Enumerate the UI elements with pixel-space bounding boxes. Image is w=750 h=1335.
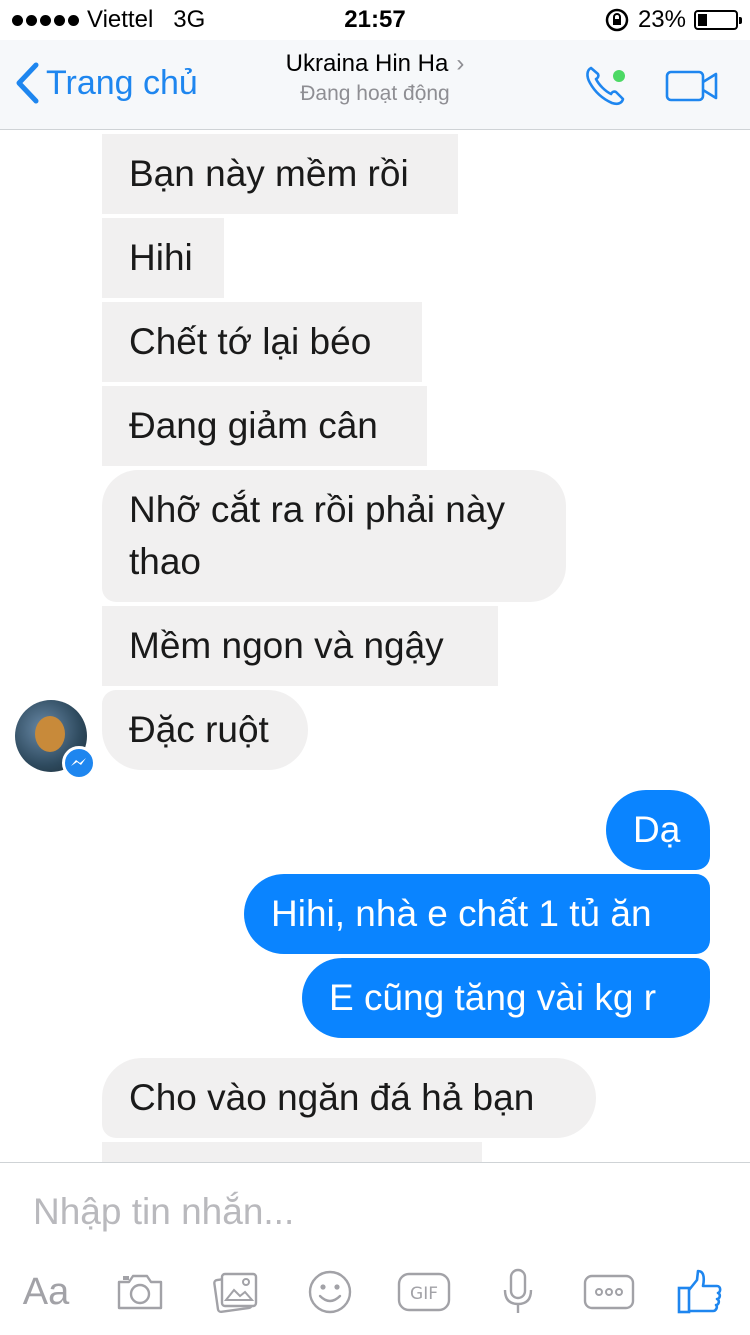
- composer-toolbar: Aa GIF: [0, 1258, 750, 1328]
- voice-call-button[interactable]: [583, 62, 633, 108]
- microphone-button[interactable]: [490, 1268, 546, 1316]
- like-button[interactable]: [672, 1268, 728, 1316]
- camera-button[interactable]: [112, 1268, 168, 1316]
- camera-icon: [117, 1274, 163, 1310]
- more-icon: [583, 1274, 635, 1310]
- nav-bar: Trang chủ Ukraina Hin Ha › Đang hoạt động: [0, 40, 750, 130]
- video-camera-icon: [665, 70, 718, 102]
- presence-status: Đang hoạt động: [300, 82, 450, 105]
- message-bubble-incoming[interactable]: Mềm ngon và ngậy: [102, 606, 498, 686]
- photo-icon: [213, 1272, 258, 1314]
- message-list[interactable]: Bạn này mềm rồi Hihi Chết tớ lại béo Đan…: [0, 130, 750, 1162]
- microphone-icon: [503, 1268, 533, 1313]
- status-bar: Viettel 3G 21:57 23%: [0, 0, 750, 40]
- emoji-icon: [308, 1270, 352, 1314]
- message-bubble-outgoing[interactable]: E cũng tăng vài kg r: [302, 958, 710, 1038]
- emoji-button[interactable]: [302, 1268, 358, 1316]
- message-bubble-incoming[interactable]: Nhỡ cắt ra rồi phải này thao: [102, 470, 566, 602]
- chevron-right-icon: ›: [456, 50, 465, 77]
- conversation-title[interactable]: Ukraina Hin Ha › Đang hoạt động: [0, 50, 750, 106]
- message-bubble-incoming[interactable]: Bạn này mềm rồi: [102, 134, 458, 214]
- messenger-badge-icon: [62, 746, 96, 780]
- message-bubble-incoming[interactable]: Hihi: [102, 218, 224, 298]
- gif-icon: GIF: [397, 1272, 451, 1312]
- message-bubble-incoming-partial[interactable]: [102, 1142, 482, 1162]
- message-bubble-incoming[interactable]: Chết tớ lại béo: [102, 302, 422, 382]
- message-bubble-incoming[interactable]: Cho vào ngăn đá hả bạn: [102, 1058, 596, 1138]
- phone-icon: [586, 66, 625, 106]
- message-composer: Nhập tin nhắn... Aa GIF: [0, 1162, 750, 1335]
- message-line: thao: [129, 541, 202, 582]
- rotation-lock-icon: [605, 8, 629, 32]
- status-right: 23%: [604, 6, 742, 34]
- message-bubble-outgoing[interactable]: Dạ: [606, 790, 710, 870]
- battery-icon: [694, 10, 742, 30]
- gif-label: GIF: [410, 1284, 438, 1304]
- text-format-button[interactable]: Aa: [18, 1268, 74, 1316]
- message-bubble-outgoing[interactable]: Hihi, nhà e chất 1 tủ ăn: [244, 874, 710, 954]
- text-format-icon: Aa: [22, 1270, 70, 1313]
- photo-button[interactable]: [208, 1268, 264, 1316]
- battery-percent: 23%: [637, 6, 686, 33]
- message-line: Nhỡ cắt ra rồi phải này: [129, 489, 505, 530]
- video-call-button[interactable]: [665, 70, 719, 102]
- message-bubble-incoming[interactable]: Đang giảm cân: [102, 386, 427, 466]
- gif-button[interactable]: GIF: [396, 1268, 452, 1316]
- message-bubble-incoming[interactable]: Đặc ruột: [102, 690, 308, 770]
- more-button[interactable]: [582, 1268, 636, 1316]
- message-input[interactable]: Nhập tin nhắn...: [33, 1191, 294, 1233]
- contact-name: Ukraina Hin Ha: [285, 50, 449, 77]
- like-icon: [677, 1269, 722, 1314]
